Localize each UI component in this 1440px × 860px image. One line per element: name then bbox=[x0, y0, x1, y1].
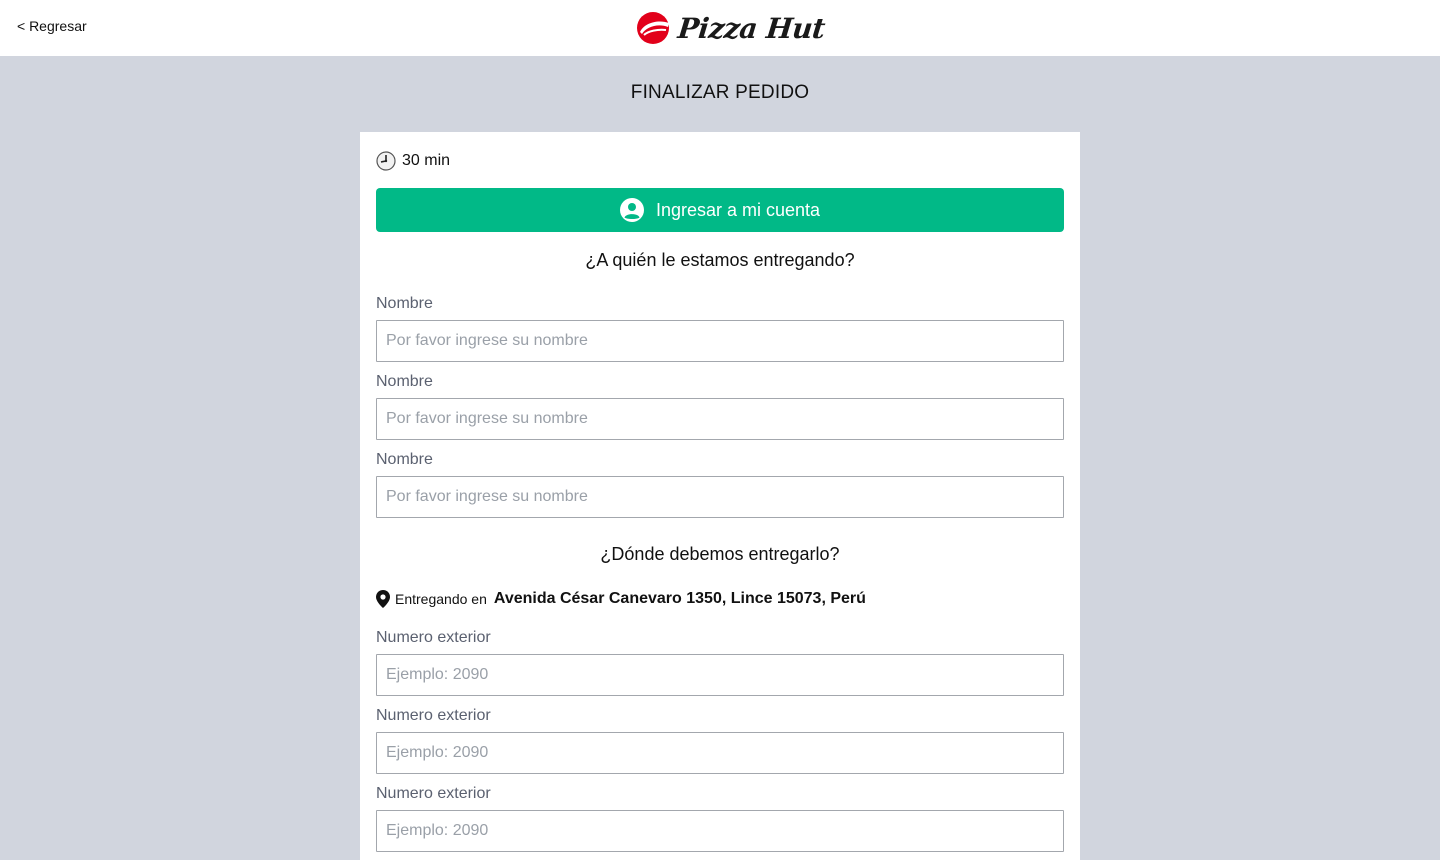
name-label: Nombre bbox=[376, 373, 433, 390]
recipient-section-title: ¿A quién le estamos entregando? bbox=[585, 250, 855, 270]
exterior-number-input[interactable] bbox=[376, 810, 1064, 852]
name-label: Nombre bbox=[376, 451, 433, 468]
location-pin-icon bbox=[376, 590, 390, 608]
delivery-time: 30 min bbox=[376, 150, 450, 172]
clock-icon bbox=[376, 151, 396, 171]
logo-text: Pizza Hut bbox=[676, 11, 827, 45]
checkout-card: 30 min Ingresar a mi cuenta ¿A quién le … bbox=[360, 132, 1080, 860]
address-value: Avenida César Canevaro 1350, Lince 15073… bbox=[493, 590, 866, 607]
pizza-hut-roof-icon bbox=[637, 12, 669, 44]
login-button[interactable]: Ingresar a mi cuenta bbox=[376, 188, 1064, 232]
name-label: Nombre bbox=[376, 295, 433, 312]
pizza-hut-logo[interactable]: Pizza Hut bbox=[636, 10, 827, 46]
exterior-number-label: Numero exterior bbox=[376, 785, 491, 802]
exterior-number-input[interactable] bbox=[376, 654, 1064, 696]
name-input[interactable] bbox=[376, 476, 1064, 518]
user-circle-icon bbox=[619, 198, 644, 222]
delivery-time-text: 30 min bbox=[402, 152, 451, 169]
login-button-label: Ingresar a mi cuenta bbox=[655, 199, 821, 220]
exterior-number-label: Numero exterior bbox=[376, 629, 491, 646]
delivery-address: Entregando en Avenida César Canevaro 135… bbox=[376, 588, 866, 610]
page-title: FINALIZAR PEDIDO bbox=[630, 82, 810, 103]
exterior-number-label: Numero exterior bbox=[376, 707, 491, 724]
exterior-number-input[interactable] bbox=[376, 732, 1064, 774]
name-input[interactable] bbox=[376, 398, 1064, 440]
address-prefix: Entregando en bbox=[395, 591, 487, 607]
delivery-section-title: ¿Dónde debemos entregarlo? bbox=[600, 544, 840, 564]
name-input[interactable] bbox=[376, 320, 1064, 362]
back-link[interactable]: < Regresar bbox=[17, 18, 87, 34]
top-header: < Regresar Pizza Hut bbox=[0, 0, 1440, 56]
